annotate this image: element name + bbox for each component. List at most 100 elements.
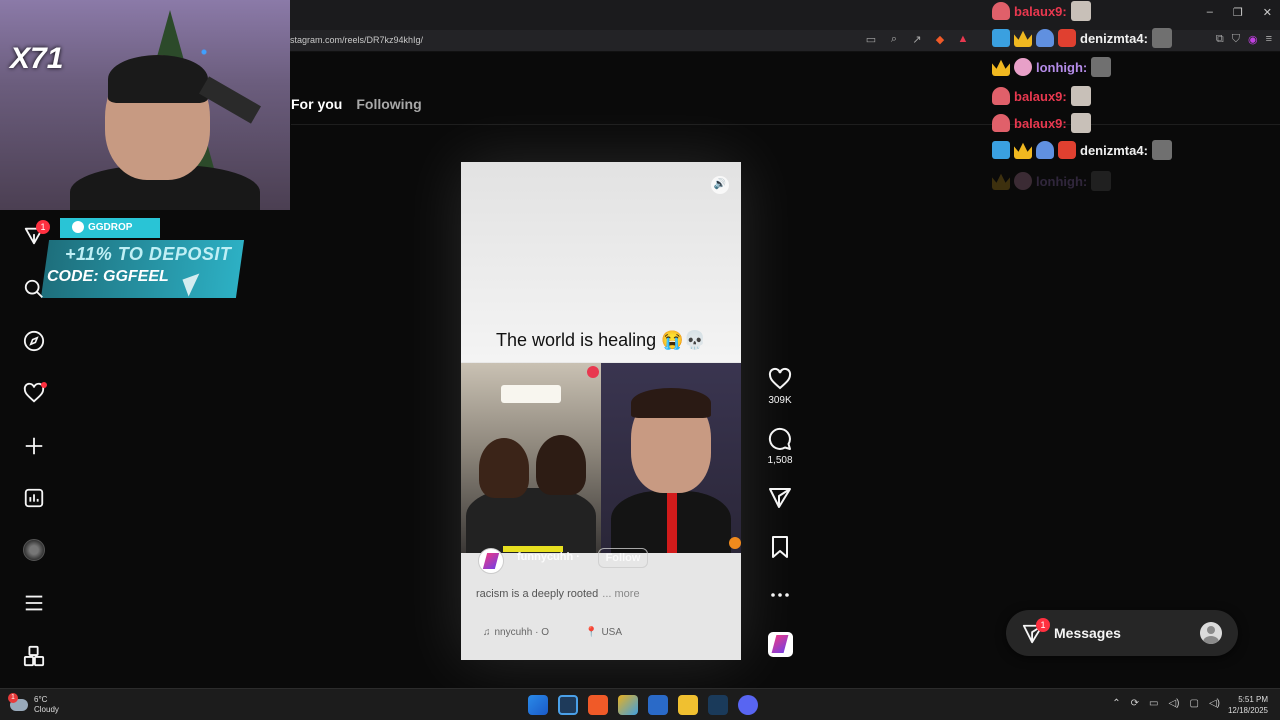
chat-badge-emoji-icon	[1058, 141, 1076, 159]
chat-message: denizmta4:	[992, 27, 1172, 49]
app-icon[interactable]	[618, 695, 638, 715]
audio-thumbnail[interactable]	[768, 632, 793, 657]
author-separator: ·	[576, 551, 580, 563]
tray-sync-icon[interactable]: ⟳	[1131, 698, 1139, 709]
chat-message: lonhigh:	[992, 170, 1112, 192]
zoom-icon[interactable]: ⌕	[887, 33, 901, 46]
more-options-button[interactable]	[768, 583, 792, 607]
chat-badge-crown-icon	[1014, 142, 1032, 159]
more-apps-icon	[23, 645, 45, 667]
follow-button[interactable]: Follow	[598, 548, 648, 568]
streamer-webcam: X71	[0, 0, 290, 210]
browser-menu-icon[interactable]: ≡	[1266, 33, 1272, 46]
more-link[interactable]: ... more	[602, 588, 639, 600]
nav-search[interactable]	[22, 277, 46, 301]
nav-notifications[interactable]	[22, 381, 47, 405]
chat-message: balaux9:	[992, 85, 1091, 107]
windows-taskbar: 1 6°C Cloudy ⌃ ⟳ ▭ ◁) ▢ ◁) 5:51 PM 12/18…	[0, 688, 1280, 720]
url-text[interactable]: stagram.com/reels/DR7kz94khIg/	[290, 35, 423, 45]
messages-button[interactable]: 1 Messages	[1006, 610, 1238, 656]
brave-rewards-icon[interactable]: ▲	[956, 33, 970, 46]
share-page-icon[interactable]: ↗	[910, 33, 924, 46]
taskbar-apps	[528, 695, 758, 715]
chat-badge-crown-icon	[1014, 30, 1032, 47]
chat-emote-icon	[1091, 171, 1112, 191]
nav-more[interactable]	[22, 591, 46, 615]
extensions-icon[interactable]: ⧉	[1216, 33, 1224, 46]
chat-message: denizmta4:	[992, 139, 1172, 161]
chat-username: denizmta4:	[1080, 142, 1148, 158]
chat-badge-ghost-icon	[992, 114, 1010, 132]
nav-dashboard[interactable]	[22, 486, 46, 510]
chat-emote-icon	[1070, 113, 1091, 133]
notification-dot	[41, 382, 47, 388]
nav-create[interactable]	[22, 434, 46, 458]
volume-icon[interactable]: 🔊	[711, 176, 729, 194]
tray-sound-icon[interactable]: ◁)	[1209, 698, 1220, 709]
chat-badge-ghost-icon	[992, 2, 1010, 20]
nav-filter-item[interactable]: 1	[22, 220, 50, 248]
location-name[interactable]: USA	[601, 627, 622, 638]
temperature: 6°C	[34, 695, 48, 704]
nav-also-from-meta[interactable]	[22, 644, 46, 668]
reel-location[interactable]: 📍 USA	[585, 624, 622, 640]
explore-icon	[23, 330, 45, 352]
wallet-icon[interactable]: ◉	[1248, 33, 1258, 46]
live-badge-icon	[587, 366, 599, 378]
steam-icon[interactable]	[708, 695, 728, 715]
clock[interactable]: 5:51 PM 12/18/2025	[1228, 694, 1268, 716]
comment-icon	[768, 427, 791, 450]
minimize-icon[interactable]: –	[1207, 6, 1213, 19]
clock-date: 12/18/2025	[1227, 706, 1268, 715]
reel-video-right-panel	[601, 363, 741, 561]
vpn-icon[interactable]: ⛉	[1232, 33, 1240, 46]
chat-emote-icon	[1070, 86, 1091, 106]
like-count: 309K	[768, 395, 792, 406]
start-icon[interactable]	[528, 695, 548, 715]
like-button[interactable]	[768, 367, 792, 391]
person-right	[536, 435, 586, 495]
feed-tabs: For you Following	[291, 96, 422, 112]
chat-badge-crown-icon	[992, 59, 1010, 76]
volume-tray-icon[interactable]: ◁)	[1168, 698, 1179, 709]
chat-badge-hammer-icon	[992, 29, 1010, 47]
nav-explore[interactable]	[22, 329, 46, 353]
brave-icon[interactable]	[588, 695, 608, 715]
tray-display-icon[interactable]: ▢	[1190, 698, 1199, 709]
chat-badge-crown-icon	[992, 173, 1010, 190]
cast-icon[interactable]: ▭	[864, 33, 878, 46]
chat-badge-emoji-icon	[1058, 29, 1076, 47]
task-view-icon[interactable]	[558, 695, 578, 715]
share-button[interactable]	[768, 486, 792, 510]
reel-video[interactable]: 🔊 The world is healing 😭💀 funnycuhh · Fo…	[461, 162, 741, 660]
chat-username: lonhigh:	[1036, 173, 1088, 189]
ggdrop-ad: GGDROP +11% TO DEPOSIT CODE: GGFEEL	[40, 218, 245, 314]
like-icon	[768, 367, 792, 390]
nav-profile[interactable]	[22, 538, 46, 562]
discord-icon[interactable]	[738, 695, 758, 715]
restore-icon[interactable]: ❐	[1233, 6, 1243, 19]
tray-expand-icon[interactable]: ⌃	[1112, 698, 1120, 709]
reel-audio[interactable]: ♫ nnycuhh · O	[483, 624, 549, 640]
author-avatar[interactable]	[478, 548, 504, 574]
ad-promo-line1: +11% TO DEPOSIT	[65, 244, 232, 264]
close-icon[interactable]: ✕	[1263, 6, 1272, 19]
brave-shield-icon[interactable]: ◆	[933, 33, 947, 46]
save-button[interactable]	[768, 535, 792, 559]
editor-icon[interactable]	[648, 695, 668, 715]
weather-widget[interactable]: 1 6°C Cloudy	[8, 693, 59, 715]
weather-badge: 1	[8, 693, 18, 703]
save-icon	[772, 536, 788, 558]
tray-network-icon[interactable]: ▭	[1149, 698, 1158, 709]
audio-name[interactable]: nnycuhh · O	[495, 627, 549, 638]
comment-button[interactable]	[768, 427, 792, 451]
red-tie	[667, 493, 677, 553]
tab-for-you[interactable]: For you	[291, 96, 342, 112]
author-username[interactable]: funnycuhh	[517, 551, 573, 563]
chat-badge-ghost2-icon	[1036, 141, 1054, 159]
chat-badge-pig-icon	[1014, 172, 1032, 190]
file-explorer-icon[interactable]	[678, 695, 698, 715]
tab-following[interactable]: Following	[356, 96, 421, 112]
chat-username: lonhigh:	[1036, 59, 1088, 75]
author-name[interactable]: funnycuhh ·	[517, 551, 580, 563]
